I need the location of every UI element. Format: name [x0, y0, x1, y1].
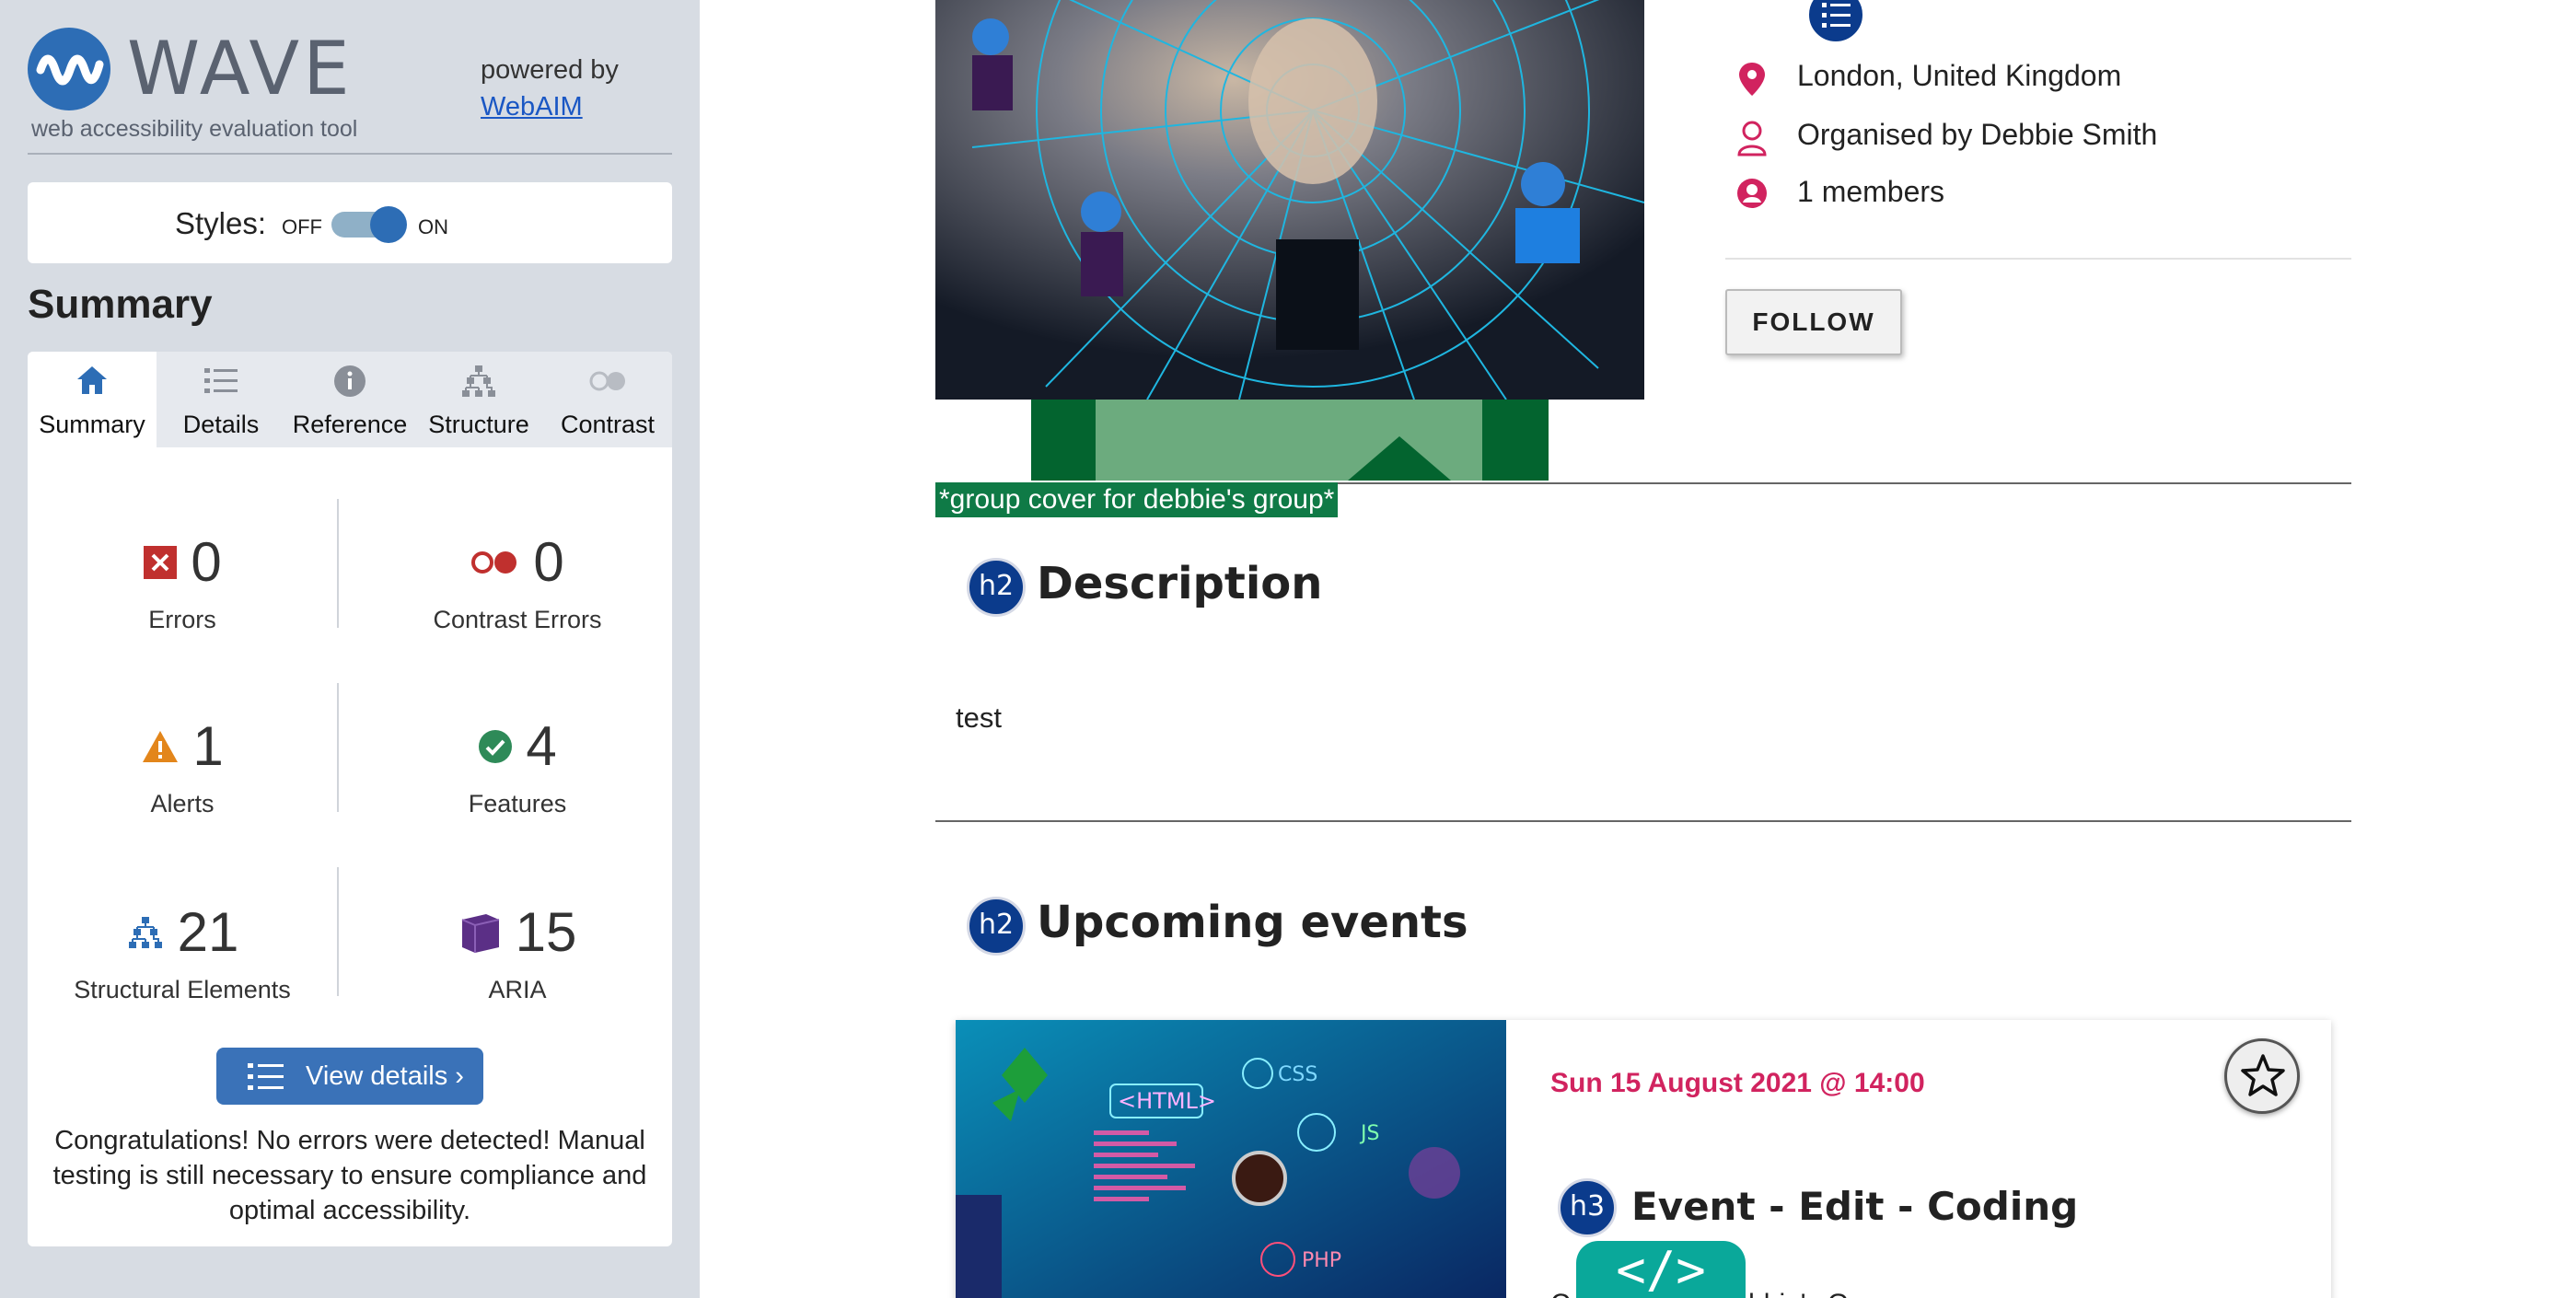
- divider: [935, 820, 2351, 822]
- tab-reference[interactable]: Reference: [285, 352, 414, 447]
- divider: [337, 683, 339, 812]
- stat-structural[interactable]: 21 Structural Elements: [35, 900, 330, 1004]
- tab-structure[interactable]: Structure: [414, 352, 543, 447]
- info-icon: [334, 365, 366, 397]
- view-details-label: View details ›: [306, 1061, 464, 1091]
- placeholder-arrow: [1348, 436, 1451, 481]
- member-icon: [1737, 179, 1767, 208]
- tab-label: Structure: [428, 411, 529, 438]
- cover-alt-text: *group cover for debbie's group*: [935, 482, 1339, 517]
- view-details-button[interactable]: View details ›: [216, 1048, 483, 1105]
- svg-text:CSS: CSS: [1278, 1063, 1317, 1086]
- stat-features[interactable]: 4 Features: [370, 714, 665, 818]
- alt-image-placeholder: [1031, 400, 1549, 481]
- list-structure-icon: [1806, 0, 1865, 44]
- wave-title: WAVE: [127, 26, 354, 111]
- tab-contrast[interactable]: Contrast: [543, 352, 672, 447]
- location-pin-icon: [1739, 63, 1765, 96]
- summary-panel: Summary Details Reference Structure Cont…: [28, 352, 672, 1246]
- description-heading: Description: [1037, 558, 1323, 609]
- members-text: 1 members: [1797, 175, 1945, 208]
- organiser-text: Organised by Debbie Smith: [1797, 118, 2158, 151]
- errors-label: Errors: [148, 606, 216, 633]
- wave-logo-icon: [28, 28, 110, 110]
- feature-check-icon: [479, 730, 513, 763]
- follow-button[interactable]: FOLLOW: [1725, 289, 1902, 355]
- contrast-errors-count: 0: [533, 531, 564, 593]
- contrast-errors-label: Contrast Errors: [433, 606, 602, 633]
- aria-count: 15: [515, 901, 577, 963]
- wave-tagline: web accessibility evaluation tool: [31, 116, 358, 142]
- tab-label: Reference: [292, 411, 408, 438]
- structure-icon: [462, 365, 495, 397]
- structural-label: Structural Elements: [74, 976, 291, 1003]
- event-title[interactable]: Event - Edit - Coding: [1631, 1184, 2078, 1229]
- powered-by-label: powered by: [481, 55, 619, 85]
- styles-on-label: ON: [418, 215, 448, 238]
- features-count: 4: [526, 715, 557, 777]
- webaim-link[interactable]: WebAIM: [481, 88, 619, 125]
- tab-details[interactable]: Details: [157, 352, 285, 447]
- list-icon: [204, 368, 238, 393]
- stat-errors[interactable]: 0 Errors: [35, 530, 330, 634]
- svg-text:PHP: PHP: [1302, 1249, 1341, 1272]
- user-icon: [1737, 121, 1767, 156]
- structural-count: 21: [177, 901, 239, 963]
- divider: [1725, 258, 2351, 260]
- code-icon: </>: [1576, 1241, 1746, 1298]
- star-icon: [2241, 1054, 2285, 1096]
- divider: [28, 153, 672, 155]
- h3-badge-icon: h3: [1558, 1178, 1617, 1237]
- h2-badge-icon: h2: [967, 558, 1026, 617]
- errors-count: 0: [191, 531, 222, 593]
- summary-heading: Summary: [28, 282, 213, 327]
- svg-text:JS: JS: [1359, 1122, 1379, 1145]
- favourite-button[interactable]: [2224, 1038, 2300, 1114]
- error-icon: [144, 546, 178, 579]
- alert-icon: [143, 731, 179, 762]
- contrast-error-icon: [471, 551, 517, 574]
- stat-aria[interactable]: 15 ARIA: [370, 900, 665, 1004]
- stat-contrast-errors[interactable]: 0 Contrast Errors: [370, 530, 665, 634]
- styles-toggle-box: Styles: OFF ON: [28, 182, 672, 263]
- svg-text:<HTML>: <HTML>: [1118, 1088, 1216, 1114]
- powered-by: powered by WebAIM: [481, 52, 619, 125]
- congrats-message: Congratulations! No errors were detected…: [52, 1126, 647, 1225]
- aria-label: ARIA: [488, 976, 547, 1003]
- h2-badge-icon: h2: [967, 897, 1026, 956]
- divider: [337, 867, 339, 996]
- structure-icon: [128, 917, 162, 948]
- description-text: test: [956, 701, 1002, 734]
- aria-icon: [461, 914, 499, 953]
- location-text: London, United Kingdom: [1797, 59, 2122, 92]
- styles-label: Styles:: [175, 206, 267, 240]
- tab-summary[interactable]: Summary: [28, 352, 157, 447]
- group-cover-image: [935, 0, 1644, 400]
- wave-sidebar: WAVE web accessibility evaluation tool p…: [0, 0, 700, 1298]
- wave-tabs: Summary Details Reference Structure Cont…: [28, 352, 672, 447]
- alerts-label: Alerts: [150, 790, 215, 817]
- alerts-count: 1: [192, 715, 224, 777]
- styles-off-label: OFF: [282, 215, 322, 238]
- contrast-icon: [589, 371, 625, 391]
- divider: [337, 499, 339, 628]
- list-icon: [248, 1063, 284, 1090]
- event-image: <HTML> CSS JS PHP: [956, 1020, 1506, 1298]
- upcoming-events-heading: Upcoming events: [1037, 897, 1468, 948]
- event-date: Sun 15 August 2021 @ 14:00: [1550, 1068, 1925, 1098]
- features-label: Features: [468, 790, 567, 817]
- stat-alerts[interactable]: 1 Alerts: [35, 714, 330, 818]
- tab-label: Summary: [39, 411, 145, 438]
- tab-label: Details: [182, 411, 260, 438]
- tab-label: Contrast: [560, 411, 656, 438]
- home-icon: [77, 366, 107, 394]
- styles-toggle-knob[interactable]: [370, 206, 407, 243]
